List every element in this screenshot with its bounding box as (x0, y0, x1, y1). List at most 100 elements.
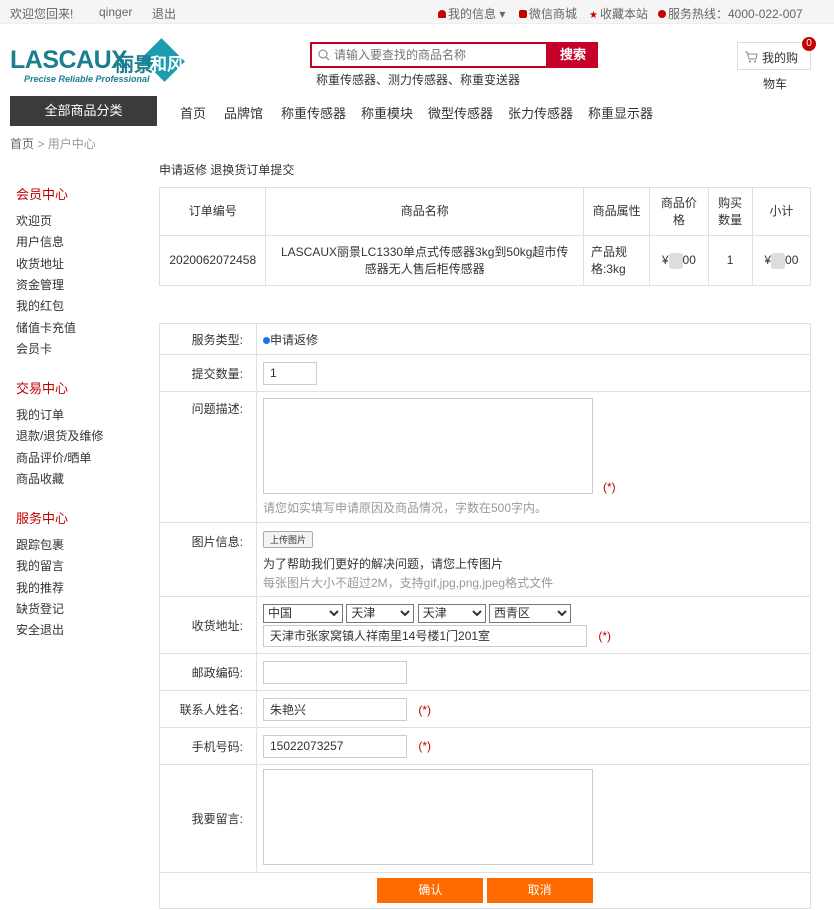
header-price: 商品价格 (649, 187, 709, 236)
sidebar-item-messages[interactable]: 我的留言 (16, 557, 64, 574)
row-service-type: 服务类型: 申请返修 (159, 323, 811, 355)
user-icon (438, 10, 446, 18)
breadcrumb-separator: > (37, 137, 45, 151)
sidebar-item-card-recharge[interactable]: 储值卡充值 (16, 319, 76, 336)
address-label: 收货地址: (159, 596, 257, 654)
sidebar-item-user-info[interactable]: 用户信息 (16, 233, 64, 250)
logo-badge-text: 和风 (150, 55, 184, 74)
wechat-icon (519, 10, 527, 18)
header-qty: 购买数量 (707, 187, 753, 236)
row-contact: 联系人姓名: (*) (159, 690, 811, 728)
order-no-cell: 2020062072458 (158, 235, 267, 286)
sidebar-item-red-packet[interactable]: 我的红包 (16, 297, 64, 314)
cancel-button[interactable]: 取消 (486, 878, 593, 903)
province-select[interactable]: 天津 (346, 603, 415, 623)
header-attr: 商品属性 (582, 187, 651, 236)
table-row: 2020062072458 LASCAUX丽景LC1330单点式传感器3kg到5… (158, 235, 812, 286)
row-address: 收货地址: 中国 天津 天津 西青区 (*) (159, 596, 811, 654)
service-type-cell: 申请返修 (256, 323, 811, 355)
cart-icon (745, 51, 758, 63)
service-type-radio[interactable] (263, 336, 270, 344)
nav-item-home[interactable]: 首页 (180, 103, 206, 122)
search-icon (318, 49, 330, 61)
image-hint-1: 为了帮助我们更好的解决问题，请您上传图片 (263, 557, 504, 571)
subtotal-redacted (771, 252, 786, 269)
sidebar-item-member-card[interactable]: 会员卡 (16, 340, 52, 357)
logo-cn: 丽景 (115, 55, 154, 76)
wechat-mall-link[interactable]: 微信商城 (519, 5, 577, 22)
sidebar-item-favorites[interactable]: 商品收藏 (16, 470, 64, 487)
sidebar-item-welcome[interactable]: 欢迎页 (16, 212, 52, 229)
nav-item-brand[interactable]: 品牌馆 (224, 103, 263, 122)
service-type-value: 申请返修 (270, 332, 319, 347)
nav-item-weighing-sensor[interactable]: 称重传感器 (281, 103, 346, 122)
return-form: 服务类型: 申请返修 提交数量: 问题描述: (*) 请您如实填写申请原因及商品… (159, 323, 811, 909)
city-select[interactable]: 天津 (417, 603, 486, 623)
username-link[interactable]: qinger (99, 5, 132, 19)
nav-item-tension-sensor[interactable]: 张力传感器 (508, 103, 573, 122)
phone-label: 手机号码: (159, 727, 257, 765)
cart-count-badge: 0 (802, 37, 816, 51)
image-label: 图片信息: (159, 522, 257, 597)
favorite-link[interactable]: ★ 收藏本站 (589, 5, 648, 22)
zip-input[interactable] (263, 660, 407, 684)
contact-input[interactable] (263, 697, 407, 721)
row-actions: 确认 取消 (159, 872, 811, 909)
product-name-cell[interactable]: LASCAUX丽景LC1330单点式传感器3kg到50kg超市传感器无人售后柜传… (265, 235, 584, 286)
sidebar-item-refunds[interactable]: 退款/退货及维修 (16, 427, 103, 444)
all-categories-button[interactable]: 全部商品分类 (10, 96, 157, 126)
sidebar-item-funds[interactable]: 资金管理 (16, 276, 64, 293)
my-info-menu[interactable]: 我的信息 ▾ (438, 5, 505, 22)
sidebar-section-trade: 交易中心 (16, 381, 69, 396)
message-textarea[interactable] (263, 769, 593, 865)
district-select[interactable]: 西青区 (489, 603, 572, 623)
row-image: 图片信息: 上传图片 为了帮助我们更好的解决问题，请您上传图片 每张图片大小不超… (159, 522, 811, 597)
page-title: 申请返修 退换货订单提交 (159, 163, 295, 177)
nav-item-weighing-module[interactable]: 称重模块 (361, 103, 413, 122)
sidebar-item-logout[interactable]: 安全退出 (16, 621, 64, 638)
contact-label: 联系人姓名: (159, 690, 257, 728)
sidebar-item-orders[interactable]: 我的订单 (16, 406, 64, 423)
search-button[interactable]: 搜索 (548, 42, 598, 68)
row-message: 我要留言: (159, 764, 811, 873)
sidebar-item-recommend[interactable]: 我的推荐 (16, 579, 64, 596)
welcome-text: 欢迎您回来! (10, 7, 74, 21)
subtotal-cell: ¥00 (751, 235, 812, 286)
confirm-button[interactable]: 确认 (377, 878, 484, 903)
qty-input[interactable] (263, 361, 317, 385)
logout-link[interactable]: 退出 (152, 5, 176, 22)
order-table-header: 订单编号 商品名称 商品属性 商品价格 购买数量 小计 (158, 187, 812, 236)
search-box (310, 42, 548, 68)
nav-item-display[interactable]: 称重显示器 (588, 103, 653, 122)
price-redacted (668, 252, 683, 269)
hot-search-words[interactable]: 称重传感器、测力传感器、称重变送器 (316, 71, 520, 88)
product-attr-cell: 产品规格:3kg (582, 235, 651, 286)
header-subtotal: 小计 (751, 187, 812, 236)
breadcrumb-home[interactable]: 首页 (10, 137, 34, 151)
contact-required-mark: (*) (418, 702, 432, 717)
sidebar-section-service: 服务中心 (16, 511, 69, 526)
image-hint-2: 每张图片大小不超过2M，支持gif,jpg,png,jpeg格式文件 (263, 576, 554, 590)
search-input[interactable] (334, 44, 544, 66)
cart-label-2: 物车 (763, 77, 788, 91)
star-icon: ★ (589, 10, 598, 21)
cart-button[interactable]: 我的购 (737, 42, 811, 70)
sidebar-item-track[interactable]: 跟踪包裹 (16, 536, 64, 553)
sidebar-section-member: 会员中心 (16, 187, 69, 202)
sidebar-item-reviews[interactable]: 商品评价/晒单 (16, 449, 91, 466)
logo-brand[interactable]: LASCAUX (10, 46, 128, 75)
country-select[interactable]: 中国 (263, 603, 343, 623)
upload-button[interactable]: 上传图片 (263, 531, 314, 548)
product-price-cell: ¥00 (649, 235, 709, 286)
address-input[interactable] (263, 624, 587, 647)
desc-textarea[interactable] (263, 398, 593, 494)
row-zip: 邮政编码: (159, 653, 811, 691)
row-quantity: 提交数量: (159, 354, 811, 392)
cart-label: 我的购 (762, 51, 799, 65)
sidebar-item-address[interactable]: 收货地址 (16, 255, 64, 272)
breadcrumb: 首页 > 用户中心 (10, 135, 96, 152)
phone-input[interactable] (263, 734, 407, 758)
sidebar-item-stockout[interactable]: 缺货登记 (16, 600, 64, 617)
message-label: 我要留言: (159, 764, 257, 873)
nav-item-micro-sensor[interactable]: 微型传感器 (428, 103, 493, 122)
